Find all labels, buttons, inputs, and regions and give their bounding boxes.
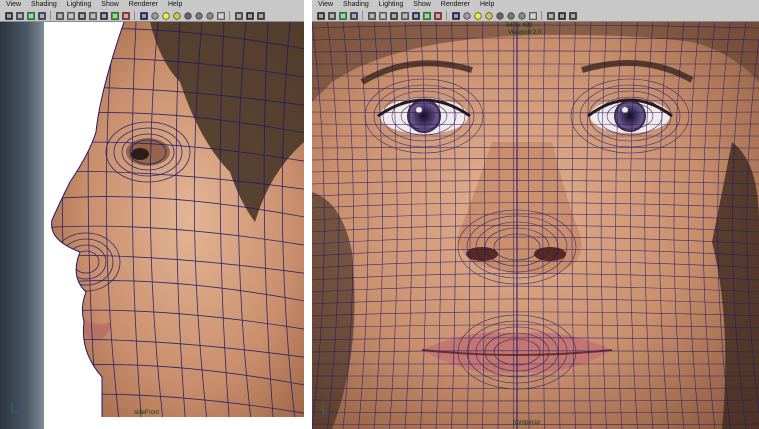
- bookmark-icon[interactable]: [26, 11, 35, 20]
- select-camera-icon[interactable]: [316, 11, 325, 20]
- resolution-gate-icon[interactable]: [77, 11, 86, 20]
- select-camera-icon[interactable]: [4, 11, 13, 20]
- menu-view[interactable]: View: [6, 0, 21, 10]
- shadows-icon[interactable]: [194, 11, 203, 20]
- menu-lighting[interactable]: Lighting: [67, 0, 92, 10]
- xray-icon[interactable]: [517, 11, 526, 20]
- default-lighting-icon[interactable]: [473, 11, 482, 20]
- front-face-render: [312, 22, 759, 429]
- camera-attributes-icon[interactable]: [15, 11, 24, 20]
- right-panel-menubar: View Shading Lighting Show Renderer Help: [312, 0, 759, 10]
- film-back-icon[interactable]: [568, 11, 577, 20]
- grid-icon[interactable]: [367, 11, 376, 20]
- xray-joints-icon[interactable]: [216, 11, 225, 20]
- film-back-icon[interactable]: [256, 11, 265, 20]
- wireframe-icon[interactable]: [451, 11, 460, 20]
- menu-shading[interactable]: Shading: [31, 0, 57, 10]
- gate-mask-icon[interactable]: [400, 11, 409, 20]
- camera-name-label: sideFront: [134, 410, 160, 416]
- all-lights-icon[interactable]: [172, 11, 181, 20]
- wireframe-on-shaded-icon[interactable]: [245, 11, 254, 20]
- film-gate-icon[interactable]: [66, 11, 75, 20]
- menu-lighting[interactable]: Lighting: [379, 0, 404, 10]
- image-plane-icon[interactable]: [37, 11, 46, 20]
- toolbar-separator: [541, 11, 542, 20]
- right-viewport-panel: View Shading Lighting Show Renderer Help: [312, 0, 759, 429]
- image-plane-icon[interactable]: [349, 11, 358, 20]
- right-viewport[interactable]: 640 x 480 Viewport 2.0 frontpersp: [312, 22, 759, 429]
- toolbar-separator: [50, 11, 51, 20]
- isolate-select-icon[interactable]: [234, 11, 243, 20]
- menu-view[interactable]: View: [318, 0, 333, 10]
- left-panel-menubar: View Shading Lighting Show Renderer Help: [0, 0, 304, 10]
- wireframe-on-shaded-icon[interactable]: [557, 11, 566, 20]
- default-lighting-icon[interactable]: [161, 11, 170, 20]
- safe-title-icon[interactable]: [433, 11, 442, 20]
- wireframe-icon[interactable]: [139, 11, 148, 20]
- textured-icon[interactable]: [495, 11, 504, 20]
- left-panel-toolbar: [0, 10, 304, 22]
- camera-name-label: frontpersp: [513, 420, 541, 426]
- safe-action-icon[interactable]: [422, 11, 431, 20]
- menu-show[interactable]: Show: [413, 0, 431, 10]
- field-chart-icon[interactable]: [99, 11, 108, 20]
- left-viewport[interactable]: sideFront: [0, 22, 304, 429]
- menu-show[interactable]: Show: [101, 0, 119, 10]
- axis-indicator-icon: [322, 404, 329, 414]
- menu-shading[interactable]: Shading: [343, 0, 369, 10]
- safe-title-icon[interactable]: [121, 11, 130, 20]
- menu-renderer[interactable]: Renderer: [441, 0, 470, 10]
- panel-divider[interactable]: [304, 0, 312, 429]
- shadows-icon[interactable]: [506, 11, 515, 20]
- field-chart-icon[interactable]: [411, 11, 420, 20]
- isolate-select-icon[interactable]: [546, 11, 555, 20]
- menu-help[interactable]: Help: [168, 0, 182, 10]
- left-viewport-panel: View Shading Lighting Show Renderer Help: [0, 0, 304, 429]
- menu-help[interactable]: Help: [480, 0, 494, 10]
- smooth-shade-icon[interactable]: [150, 11, 159, 20]
- resolution-gate-icon[interactable]: [389, 11, 398, 20]
- resolution-gate-label: 640 x 480: [506, 23, 533, 29]
- viewport-renderer-label: Viewport 2.0: [508, 30, 542, 36]
- gate-mask-icon[interactable]: [88, 11, 97, 20]
- xray-joints-icon[interactable]: [528, 11, 537, 20]
- safe-action-icon[interactable]: [110, 11, 119, 20]
- menu-renderer[interactable]: Renderer: [129, 0, 158, 10]
- grid-icon[interactable]: [55, 11, 64, 20]
- side-profile-render: [0, 22, 304, 429]
- textured-icon[interactable]: [183, 11, 192, 20]
- toolbar-separator: [362, 11, 363, 20]
- film-gate-icon[interactable]: [378, 11, 387, 20]
- all-lights-icon[interactable]: [484, 11, 493, 20]
- right-panel-toolbar: [312, 10, 759, 22]
- toolbar-separator: [134, 11, 135, 20]
- toolbar-separator: [229, 11, 230, 20]
- axis-indicator-icon: [11, 403, 18, 413]
- camera-attributes-icon[interactable]: [327, 11, 336, 20]
- xray-icon[interactable]: [205, 11, 214, 20]
- bookmark-icon[interactable]: [338, 11, 347, 20]
- smooth-shade-icon[interactable]: [462, 11, 471, 20]
- toolbar-separator: [446, 11, 447, 20]
